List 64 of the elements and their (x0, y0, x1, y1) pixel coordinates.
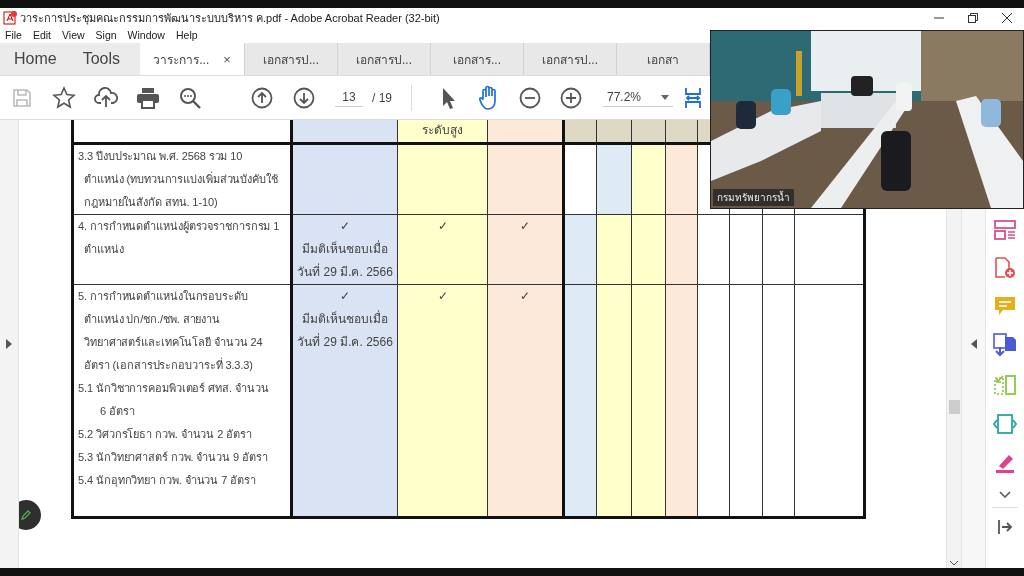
star-icon[interactable] (52, 85, 76, 110)
highlighter-icon[interactable] (994, 452, 1016, 474)
cell-text: ระดับสูง (421, 122, 464, 140)
restore-icon[interactable] (968, 12, 978, 23)
page-number-field[interactable]: 13 (335, 88, 363, 107)
nav-tab[interactable]: Tools (68, 43, 133, 75)
cell-text: วันที่ 29 มี.ค. 2566 (296, 262, 394, 281)
chevron-down-icon[interactable] (999, 491, 1011, 498)
cell-text: วันที่ 29 มี.ค. 2566 (296, 332, 394, 351)
cell-text: วิทยาศาสตร์และเทคโนโลยี จำนวน 24 (83, 335, 264, 350)
pencil-icon (20, 509, 32, 521)
cell-text: ✓ (339, 218, 351, 235)
close-icon[interactable] (1002, 12, 1012, 23)
organize-pages-icon[interactable] (994, 220, 1016, 240)
export-pdf-icon[interactable] (993, 333, 1017, 357)
document-tab[interactable]: วาระการ... × (140, 43, 246, 75)
collapse-panel-icon[interactable] (970, 339, 977, 349)
edit-button[interactable] (19, 500, 41, 530)
cell-text: มีมติเห็นชอบเมื่อ (301, 239, 389, 258)
cell-text: มีมติเห็นชอบเมื่อ (301, 309, 389, 328)
cell-text: ✓ (519, 218, 531, 235)
exit-panel-icon[interactable] (997, 519, 1013, 535)
cell-text: ตำแหน่ง (ทบทวนการแบ่งเพิ่มส่วนบังคับใช้ (83, 170, 279, 187)
zoom-out-icon[interactable] (519, 86, 541, 109)
cell-text: ✓ (436, 288, 449, 305)
create-pdf-icon[interactable] (994, 257, 1016, 279)
print-icon[interactable] (136, 86, 160, 109)
zoom-field[interactable]: 77.2% (603, 88, 673, 107)
cell-text: 4. การกำหนดตำแหน่งผู้ตรวจราชการกรม 1 (78, 219, 281, 235)
scrollbar-thumb[interactable] (949, 400, 960, 414)
scroll-down-icon[interactable] (950, 561, 958, 566)
cell-text: ตำแหน่ง (83, 242, 125, 257)
cell-text: ✓ (436, 218, 449, 235)
caret-icon (661, 94, 669, 100)
cell-text: 5. การกำหนดตำแหน่งในกรอบระดับ (78, 289, 249, 304)
cell-text: อัตรา (เอกสารประกอบวาระที่ 3.3.3) (83, 356, 254, 373)
cell-text: 5.1 นักวิชาการคอมพิวเตอร์ ศทส. จำนวน (78, 381, 270, 396)
search-icon[interactable] (178, 85, 202, 110)
next-page-icon[interactable] (293, 86, 315, 109)
cell-text: ตำแหน่ง ปก/ชก./ชพ. สายงาน (83, 312, 222, 327)
menu-item[interactable]: Window (127, 29, 165, 41)
cell-text: กฎหมายในสังกัด สทน. 1-10) (83, 195, 219, 210)
expand-panel-icon[interactable] (6, 339, 12, 349)
cell-text: ✓ (339, 288, 351, 305)
cell-text: 5.3 นักวิทยาศาสตร์ กวพ. จำนวน 9 อัตรา (78, 450, 269, 465)
close-tab-button[interactable]: × (223, 51, 231, 67)
cell-text: 5.2 วิศวกรโยธา กวพ. จำนวน 2 อัตรา (78, 427, 253, 442)
zoom-in-icon[interactable] (560, 86, 582, 109)
window-title: วาระการประชุมคณะกรรมการพัฒนาระบบบริหาร ค.pdf - Adobe Acrobat Reader (32-bit) (20, 10, 440, 27)
cell-text: ✓ (519, 288, 531, 305)
menu-item[interactable]: Edit (32, 29, 51, 41)
cloud-upload-icon[interactable] (94, 86, 118, 109)
document-arrows-icon[interactable] (993, 413, 1017, 435)
nav-tab[interactable]: Home (0, 43, 69, 75)
cell-text: 5.4 นักอุทกวิทยา กวพ. จำนวน 7 อัตรา (78, 473, 257, 489)
page-count: / 19 (372, 90, 392, 105)
participant-name: กรมทรัพยากรน้ำ (713, 189, 794, 206)
cell-text: 6 อัตรา (99, 404, 136, 419)
cell-text: 3.3 ปีงบประมาณ พ.ศ. 2568 รวม 10 (78, 149, 244, 164)
previous-page-icon[interactable] (251, 86, 273, 109)
menu-item[interactable]: Sign (95, 29, 117, 41)
menu-item[interactable]: View (62, 29, 85, 41)
menu-item[interactable]: File (5, 29, 22, 41)
menu-item[interactable]: Help (175, 29, 198, 41)
